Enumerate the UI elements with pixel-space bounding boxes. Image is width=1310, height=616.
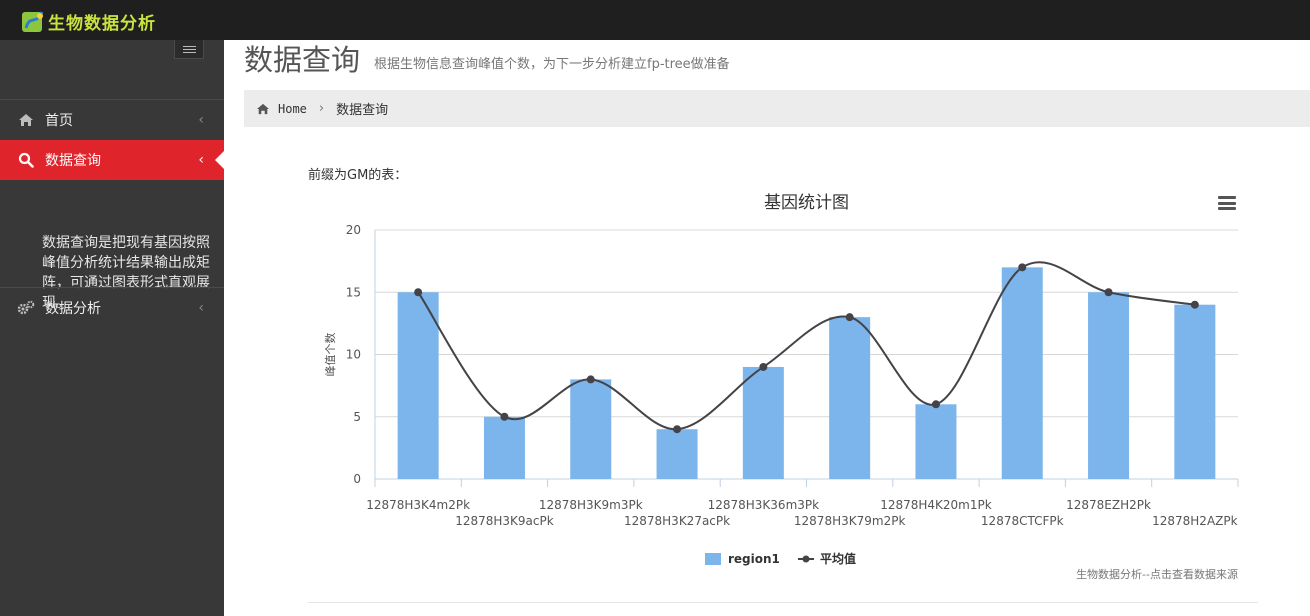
search-icon — [17, 152, 35, 168]
logo-text: 生物数据分析 — [48, 13, 156, 34]
average-point — [1190, 300, 1199, 309]
breadcrumb: Home › 数据查询 — [244, 90, 1310, 127]
average-line — [417, 261, 1195, 431]
chevron-left-icon: ‹ — [198, 152, 204, 168]
logo-icon — [20, 8, 46, 34]
top-bar: 生物数据分析 — [0, 0, 1310, 40]
breadcrumb-separator-icon: › — [318, 101, 325, 116]
chart-menu-icon[interactable] — [1218, 196, 1236, 210]
chart-container: 基因统计图 0 5 10 15 20 峰值个数 12878H3K4m2Pk 12878H3K9a… — [308, 186, 1258, 596]
home-icon — [256, 103, 270, 115]
average-point — [586, 375, 595, 384]
bar — [742, 366, 784, 479]
y-tick-label: 15 — [346, 285, 361, 299]
x-tick-label: 12878H3K79m2Pk — [794, 514, 906, 528]
chevron-left-icon: ‹ — [198, 112, 204, 128]
home-icon — [17, 113, 35, 127]
bar — [1088, 292, 1130, 479]
y-axis-label: 峰值个数 — [324, 333, 337, 377]
bar — [656, 429, 698, 479]
divider — [308, 602, 1258, 603]
main-content: 数据查询 根据生物信息查询峰值个数，为下一步分析建立fp-tree做准备 Hom… — [224, 40, 1310, 616]
legend-label-region1: region1 — [728, 552, 780, 566]
x-tick-label: 12878H3K9m3Pk — [539, 498, 643, 512]
sidebar-toggle-button[interactable] — [174, 40, 204, 59]
average-point — [1018, 263, 1027, 272]
x-tick-label: 12878H3K9acPk — [455, 514, 554, 528]
average-point — [414, 288, 423, 297]
chevron-left-icon: ‹ — [198, 300, 204, 316]
legend-swatch-region1 — [705, 553, 721, 565]
bar — [829, 317, 871, 479]
x-tick-label: 12878EZH2Pk — [1066, 498, 1151, 512]
legend-marker-average — [802, 555, 810, 563]
sidebar-item-label: 首页 — [45, 113, 73, 129]
sidebar-item-home[interactable]: 首页 ‹ — [0, 100, 224, 140]
average-point — [500, 412, 509, 421]
x-tick-label: 12878H4K20m1Pk — [880, 498, 992, 512]
average-point — [759, 362, 768, 371]
average-point — [845, 313, 854, 322]
sidebar-item-data-analysis[interactable]: 数据分析 ‹ — [0, 288, 224, 328]
average-point — [1104, 288, 1113, 297]
app-logo[interactable]: 生物数据分析 — [20, 7, 156, 35]
average-point — [931, 400, 940, 409]
x-tick-label: 12878H3K27acPk — [624, 514, 730, 528]
y-tick-label: 20 — [346, 223, 361, 237]
breadcrumb-current: 数据查询 — [336, 103, 389, 118]
sidebar-item-label: 数据分析 — [45, 301, 101, 317]
legend-label-average: 平均值 — [820, 551, 856, 566]
gene-stats-chart: 基因统计图 0 5 10 15 20 峰值个数 12878H3K4m2Pk 12878H3K9a… — [324, 193, 1239, 581]
y-tick-label: 0 — [353, 472, 361, 486]
bar — [915, 404, 957, 479]
x-tick-label: 12878H3K4m2Pk — [366, 498, 470, 512]
y-tick-label: 10 — [346, 348, 361, 362]
gears-icon — [17, 300, 35, 316]
x-tick-label: 12878H3K36m3Pk — [708, 498, 820, 512]
bar — [397, 292, 439, 479]
bar — [1174, 304, 1216, 479]
y-tick-label: 5 — [353, 410, 361, 424]
bar — [483, 416, 525, 479]
average-point — [673, 425, 682, 434]
bar — [1001, 267, 1043, 479]
sidebar-item-data-query[interactable]: 数据查询 ‹ — [0, 140, 225, 180]
page-subtitle: 根据生物信息查询峰值个数，为下一步分析建立fp-tree做准备 — [374, 57, 730, 72]
x-tick-label: 12878CTCFPk — [981, 514, 1064, 528]
sidebar-item-label: 数据查询 — [45, 153, 101, 169]
chart-credits-link[interactable]: 生物数据分析--点击查看数据来源 — [1076, 567, 1238, 581]
table-label: 前缀为GM的表： — [308, 168, 408, 183]
sidebar: 首页 ‹ 数据查询 ‹ 数据查询是把现有基因按照峰值分析统计结果输出成矩阵，可通… — [0, 40, 225, 616]
breadcrumb-home-link[interactable]: Home — [278, 102, 307, 116]
bar — [570, 379, 612, 479]
x-tick-label: 12878H2AZPk — [1152, 514, 1237, 528]
page-title: 数据查询 — [244, 43, 361, 77]
chart-title: 基因统计图 — [764, 193, 849, 213]
